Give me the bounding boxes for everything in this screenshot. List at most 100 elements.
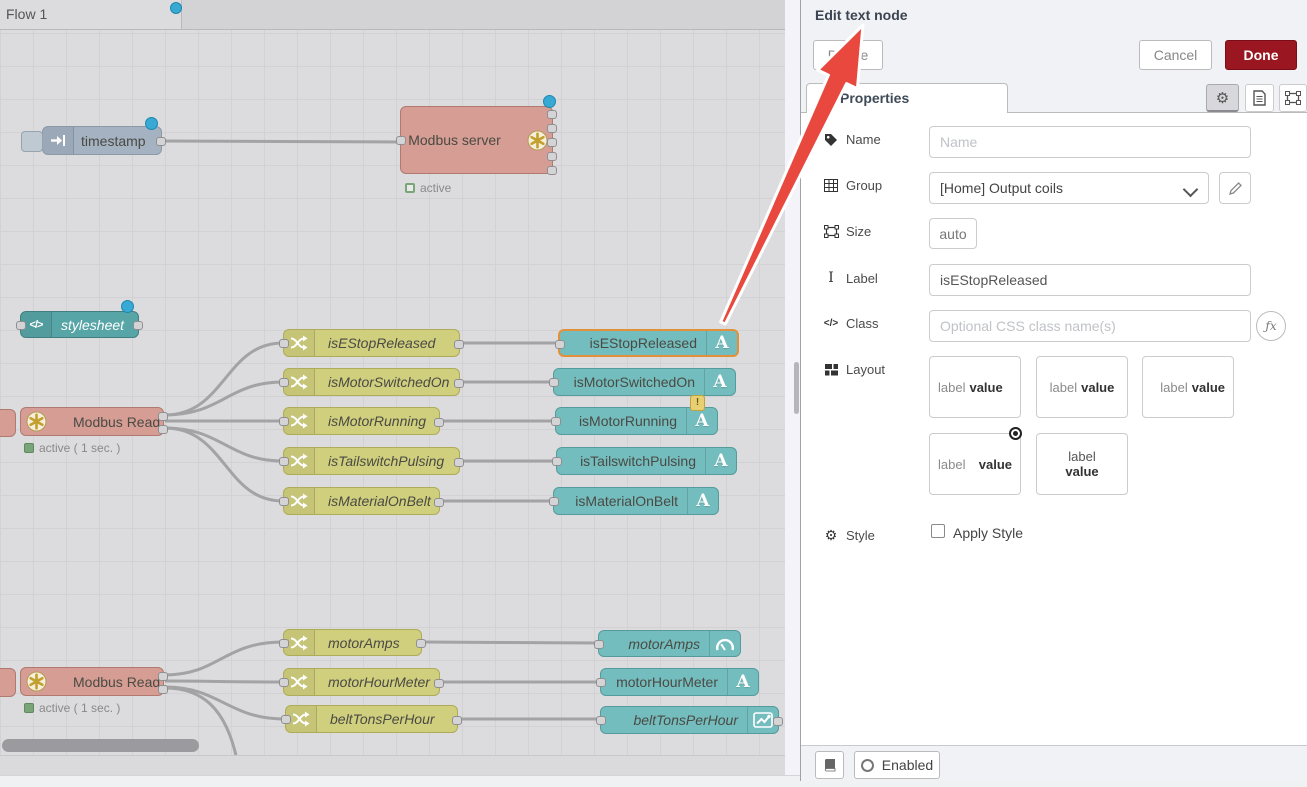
input-port[interactable] [551, 417, 561, 426]
node-isMotorSwitchedOn[interactable]: isMotorSwitchedOn [283, 368, 460, 396]
class-input[interactable] [929, 310, 1251, 342]
input-port[interactable] [279, 639, 289, 648]
node-Modbus server[interactable]: Modbus server [400, 106, 553, 174]
output-port[interactable] [773, 717, 783, 726]
group-select-value: [Home] Output coils [940, 180, 1063, 196]
tab-properties[interactable]: Properties [806, 83, 1008, 113]
output-port[interactable] [434, 679, 444, 688]
node-isEStopReleased[interactable]: isEStopReleasedA [558, 329, 739, 357]
partial-node[interactable] [0, 668, 16, 697]
tab-flow-1[interactable]: Flow 1 [0, 0, 182, 29]
node-motorHourMeter[interactable]: motorHourMeter [283, 668, 440, 696]
output-port[interactable] [158, 425, 168, 434]
node-beltTonsPerHour[interactable]: beltTonsPerHour [285, 705, 458, 733]
done-button[interactable]: Done [1225, 40, 1297, 70]
output-port[interactable] [547, 110, 557, 119]
output-port[interactable] [158, 412, 168, 421]
input-port[interactable] [596, 716, 606, 725]
fx-icon: ƒx [1265, 319, 1276, 333]
vertical-scrollbar[interactable] [794, 362, 799, 414]
appearance-button[interactable] [1279, 84, 1307, 112]
output-port[interactable] [454, 379, 464, 388]
output-port[interactable] [434, 418, 444, 427]
node-timestamp[interactable]: timestamp [42, 126, 162, 155]
output-port[interactable] [454, 458, 464, 467]
layout-option-center[interactable]: labelvalue [1036, 356, 1128, 418]
output-port[interactable] [158, 685, 168, 694]
node-help-button[interactable] [815, 751, 844, 779]
input-port[interactable] [279, 378, 289, 387]
output-port[interactable] [434, 498, 444, 507]
node-stylesheet[interactable]: stylesheet</> [20, 311, 139, 338]
node-Modbus Read[interactable]: Modbus Read [20, 407, 164, 436]
enabled-toggle-button[interactable]: Enabled [854, 751, 940, 779]
input-port[interactable] [281, 715, 291, 724]
node-settings-button[interactable]: ⚙ [1206, 84, 1239, 112]
layout-option-stacked[interactable]: labelvalue [1036, 433, 1128, 495]
output-port[interactable] [547, 124, 557, 133]
input-port[interactable] [552, 457, 562, 466]
node-isMaterialOnBelt[interactable]: isMaterialOnBelt [283, 487, 440, 515]
horizontal-scrollbar[interactable] [2, 739, 199, 752]
table-icon [824, 179, 838, 192]
input-port[interactable] [279, 339, 289, 348]
input-port[interactable] [16, 321, 26, 330]
output-port[interactable] [158, 672, 168, 681]
node-isMotorRunning[interactable]: isMotorRunningA! [555, 407, 718, 435]
input-port[interactable] [279, 678, 289, 687]
label-field-label: I Label [823, 270, 878, 286]
partial-node[interactable] [0, 409, 16, 437]
node-isTailswitchPulsing[interactable]: isTailswitchPulsingA [556, 447, 737, 475]
edit-group-button[interactable] [1219, 172, 1251, 204]
layout-option-left[interactable]: labelvalue [929, 356, 1021, 418]
flow-canvas[interactable]: timestamp Modbus server stylesheet</> Modbu… [0, 0, 785, 775]
class-field-label: </> Class [823, 316, 879, 331]
output-port[interactable] [452, 716, 462, 725]
node-isMotorSwitchedOn[interactable]: isMotorSwitchedOnA [553, 368, 736, 396]
input-port[interactable] [279, 497, 289, 506]
output-port[interactable] [454, 340, 464, 349]
output-port[interactable] [416, 639, 426, 648]
output-port[interactable] [547, 152, 557, 161]
group-select[interactable]: [Home] Output coils [929, 172, 1209, 204]
input-port[interactable] [555, 340, 565, 349]
name-input[interactable] [929, 126, 1251, 158]
node-beltTonsPerHour[interactable]: beltTonsPerHour [600, 706, 779, 734]
size-auto-button[interactable]: auto [929, 218, 977, 249]
edit-panel-form: Name Group [Home] Output coils [801, 113, 1307, 746]
input-port[interactable] [549, 378, 559, 387]
input-port[interactable] [279, 457, 289, 466]
label-input[interactable] [929, 264, 1251, 296]
input-port[interactable] [396, 136, 406, 145]
apply-style-checkbox[interactable] [931, 524, 945, 538]
output-port[interactable] [547, 166, 557, 175]
layout-option-right[interactable]: labelvalue [1142, 356, 1234, 418]
cancel-button[interactable]: Cancel [1139, 40, 1212, 70]
node-motorHourMeter[interactable]: motorHourMeterA [600, 668, 759, 696]
output-port[interactable] [133, 321, 143, 330]
delete-button[interactable]: Delete [813, 40, 883, 70]
description-button[interactable] [1245, 84, 1274, 112]
A-icon: A [704, 369, 735, 395]
node-isTailswitchPulsing[interactable]: isTailswitchPulsing [283, 447, 460, 475]
input-port[interactable] [279, 417, 289, 426]
node-isMaterialOnBelt[interactable]: isMaterialOnBeltA [553, 487, 719, 515]
input-port[interactable] [596, 678, 606, 687]
input-port[interactable] [594, 640, 604, 649]
inject-button[interactable] [21, 131, 43, 152]
edit-panel-title: Edit text node [801, 0, 1307, 30]
edit-panel-buttons: Delete Cancel Done [801, 30, 1307, 83]
layout-option-spread[interactable]: labelvalue [929, 433, 1021, 495]
node-motorAmps[interactable]: motorAmps [283, 629, 422, 656]
output-port[interactable] [547, 138, 557, 147]
group-field-label: Group [823, 178, 882, 193]
canvas-footer [0, 755, 785, 775]
node-isEStopReleased[interactable]: isEStopReleased [283, 329, 460, 357]
node-motorAmps[interactable]: motorAmps [598, 630, 741, 657]
layout-icon [825, 364, 838, 376]
node-isMotorRunning[interactable]: isMotorRunning [283, 407, 440, 435]
node-Modbus Read[interactable]: Modbus Read [20, 667, 164, 696]
input-port[interactable] [549, 497, 559, 506]
output-port[interactable] [156, 137, 166, 146]
class-expression-button[interactable]: ƒx [1256, 311, 1286, 341]
